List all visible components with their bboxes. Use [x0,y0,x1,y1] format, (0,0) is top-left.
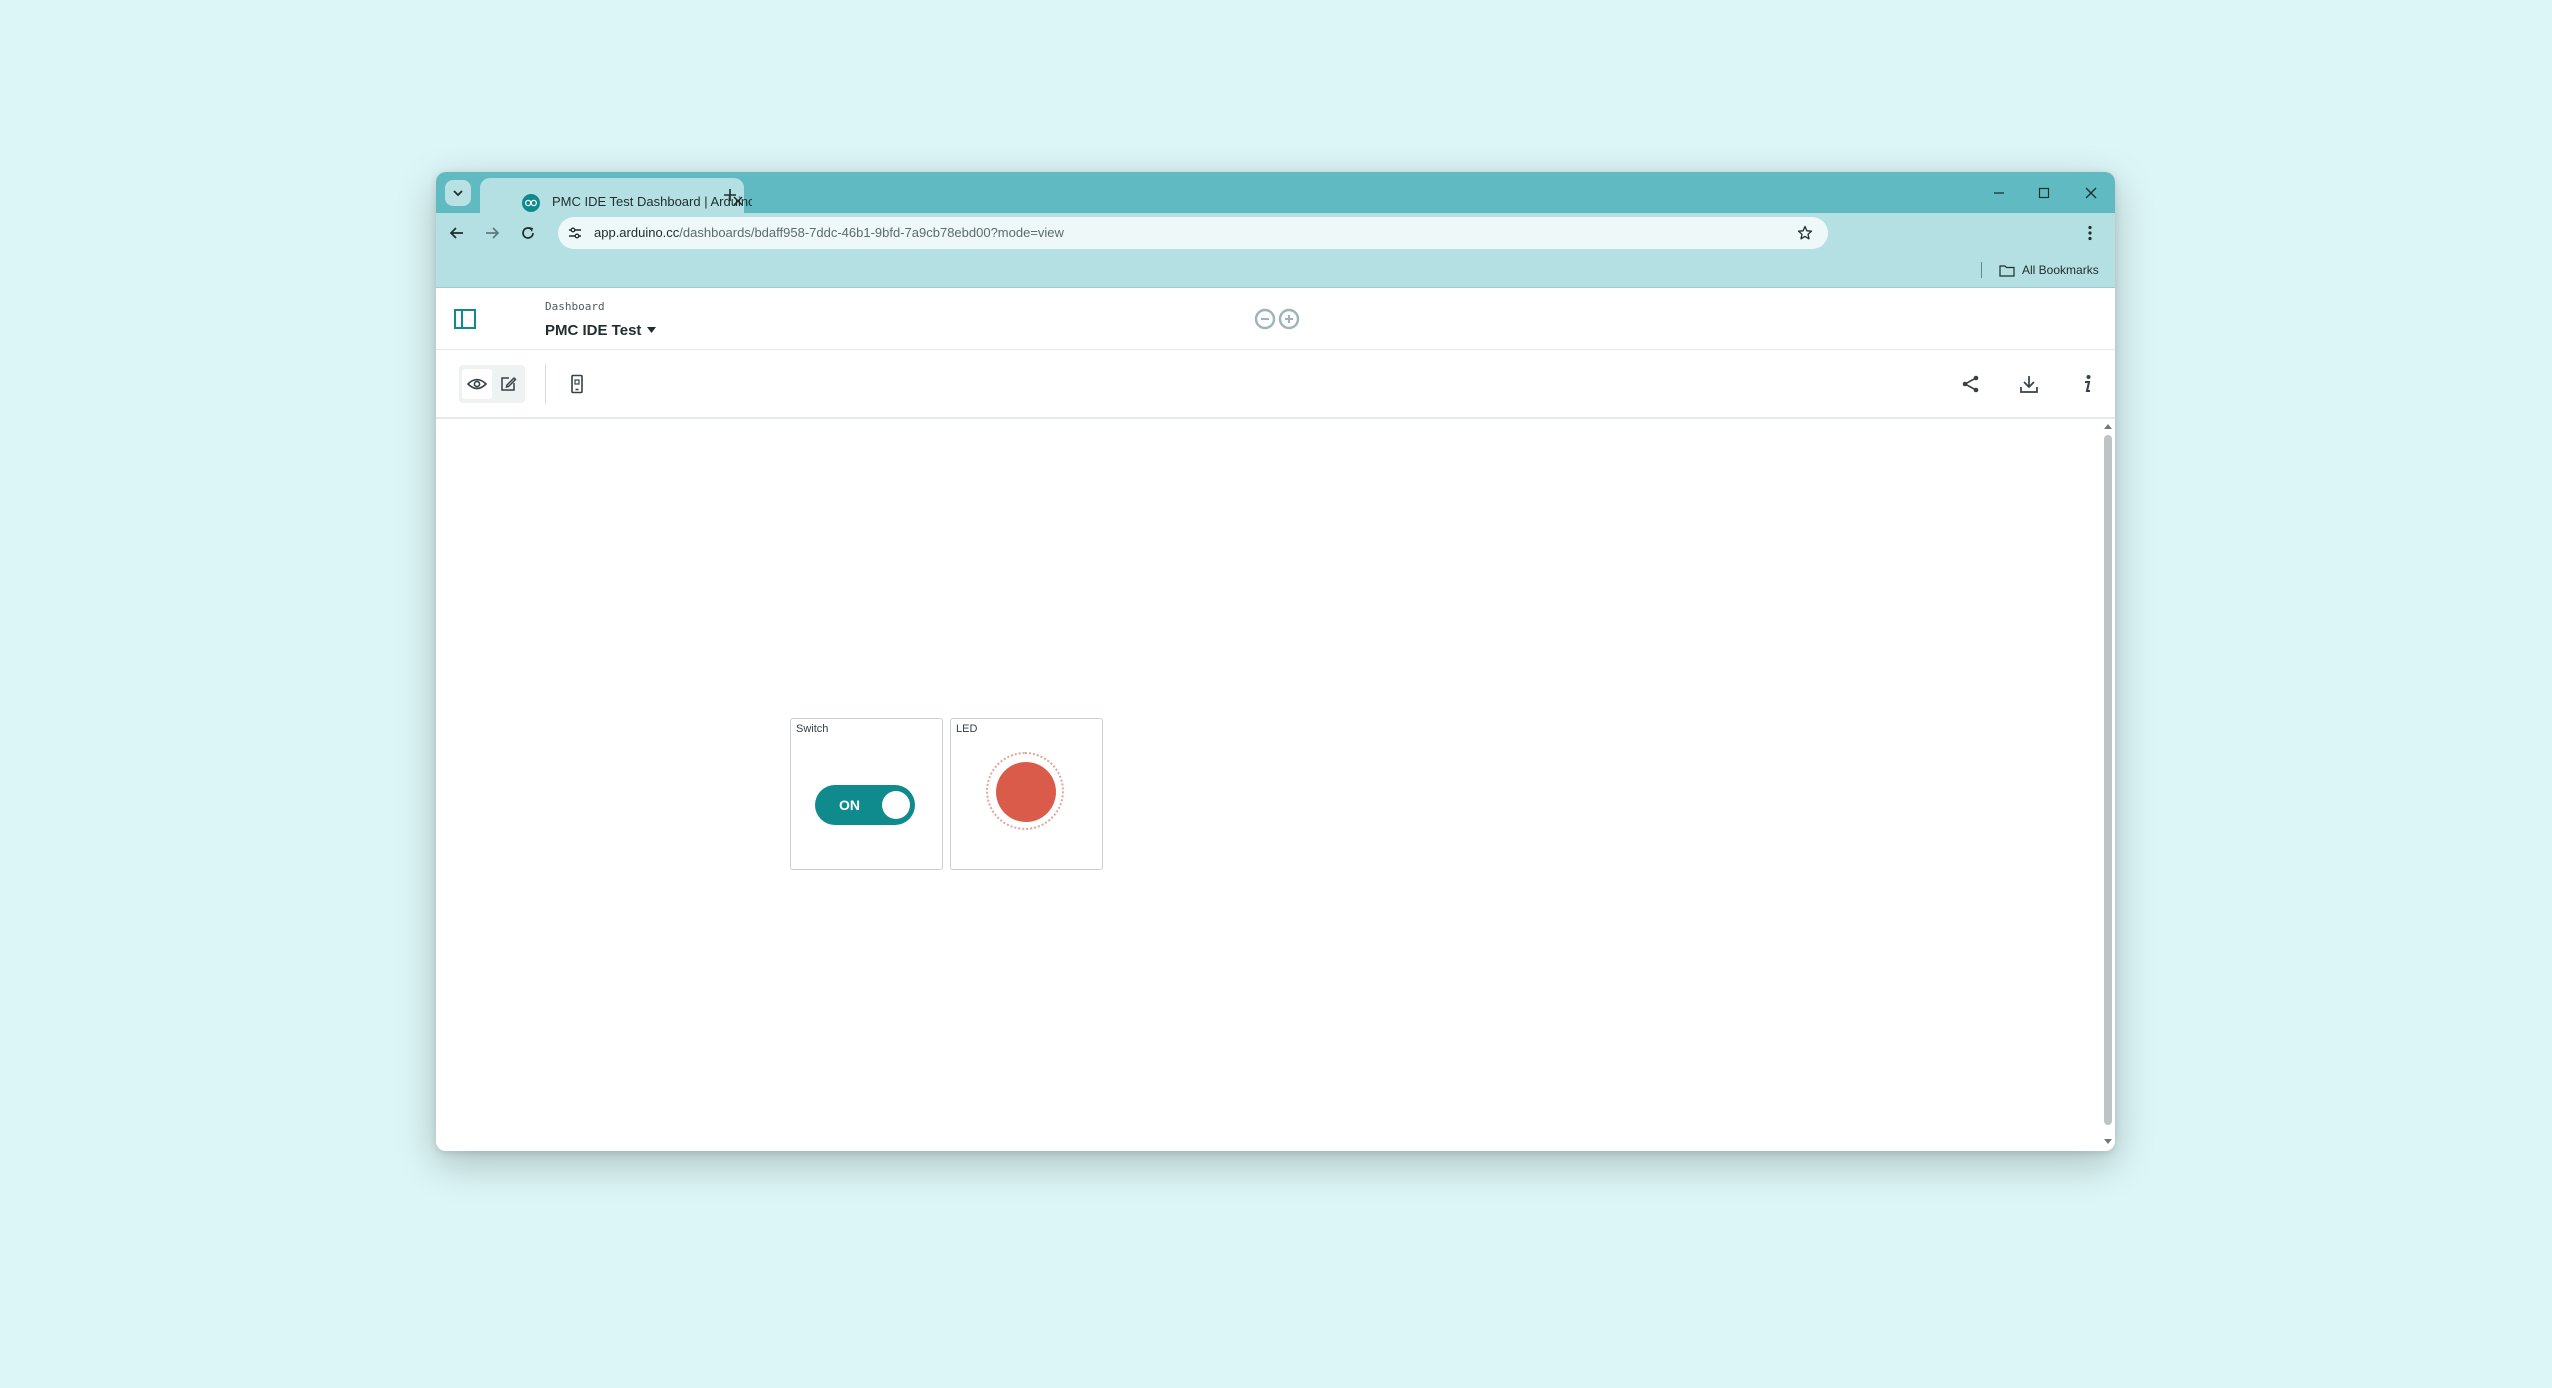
folder-icon [1999,264,2015,277]
kebab-menu-icon [2088,225,2092,241]
arrow-right-icon [486,227,500,239]
browser-menu-button[interactable] [2077,220,2103,246]
forward-button[interactable] [479,220,505,246]
arrow-left-icon [449,227,463,239]
maximize-button[interactable] [2029,180,2059,206]
new-tab-button[interactable] [717,182,743,208]
maximize-icon [2038,187,2050,199]
info-icon [2085,375,2091,393]
sidebar-panel-icon [454,309,476,329]
scrollbar-thumb[interactable] [2104,435,2112,1125]
widget-title: LED [956,723,978,735]
plus-icon [724,189,736,201]
switch-toggle[interactable]: ON [815,785,915,825]
url-path: /dashboards/bdaff958-7ddc-46b1-9bfd-7a9c… [679,225,1064,240]
download-button[interactable] [2014,369,2044,399]
browser-tab-active[interactable]: PMC IDE Test Dashboard | Arduino [480,178,752,213]
reload-icon [522,227,534,239]
switch-state-label: ON [839,797,860,813]
eye-icon [467,378,487,390]
download-icon [2020,376,2038,393]
pencil-icon [501,376,517,391]
app-header: Dashboard PMC IDE Test [436,288,2115,350]
bookmark-star-button[interactable] [1794,222,1816,244]
phone-icon [571,374,583,394]
mobile-view-button[interactable] [562,369,592,399]
all-bookmarks-label: All Bookmarks [2022,263,2099,277]
share-button[interactable] [1956,369,1986,399]
url-text: app.arduino.cc/dashboards/bdaff958-7ddc-… [594,223,1064,243]
close-icon [2085,187,2097,199]
edit-mode-button[interactable] [493,369,523,399]
sidebar-toggle-button[interactable] [452,306,478,332]
star-icon [1797,225,1813,240]
arduino-favicon-icon [522,194,540,212]
site-info-button[interactable] [564,222,586,244]
led-indicator [996,762,1056,822]
url-host: app.arduino.cc [594,225,680,240]
led-widget[interactable]: LED [950,718,1103,870]
switch-knob [882,791,910,819]
widget-title: Switch [796,723,829,735]
breadcrumb: Dashboard [545,300,605,313]
share-icon [1962,375,1979,393]
all-bookmarks-button[interactable]: All Bookmarks [1999,260,2099,280]
caret-down-icon [647,327,657,333]
reload-button[interactable] [515,220,541,246]
chevron-down-icon [453,190,463,197]
minimize-icon [1994,192,2004,194]
bookmarks-bar: All Bookmarks [436,253,2115,288]
back-button[interactable] [444,220,470,246]
vertical-scrollbar[interactable] [2100,419,2115,1151]
browser-titlebar: PMC IDE Test Dashboard | Arduino [436,172,2115,213]
switch-widget[interactable]: Switch ON [790,718,943,870]
bookmarks-divider [1981,262,1982,278]
tab-search-button[interactable] [445,180,471,206]
arduino-logo-icon [1254,308,1300,330]
page-title: PMC IDE Test [545,321,642,339]
info-button[interactable] [2072,369,2102,399]
mode-toggle-group [459,365,525,403]
close-window-button[interactable] [2076,180,2106,206]
scroll-down-arrow-icon[interactable] [2104,1139,2112,1144]
tune-icon [569,227,581,239]
toolbar-divider [545,364,546,404]
dashboard-title-dropdown[interactable]: PMC IDE Test [545,320,657,340]
minimize-button[interactable] [1984,180,2014,206]
view-mode-button[interactable] [462,369,492,399]
scroll-up-arrow-icon[interactable] [2104,424,2112,429]
browser-window: PMC IDE Test Dashboard | Arduino app.ard… [436,172,2115,1151]
address-bar[interactable]: app.arduino.cc/dashboards/bdaff958-7ddc-… [558,217,1828,249]
browser-toolbar: app.arduino.cc/dashboards/bdaff958-7ddc-… [436,213,2115,253]
dashboard-toolbar [436,350,2115,419]
dashboard-canvas: Switch ON LED [436,419,2099,1151]
